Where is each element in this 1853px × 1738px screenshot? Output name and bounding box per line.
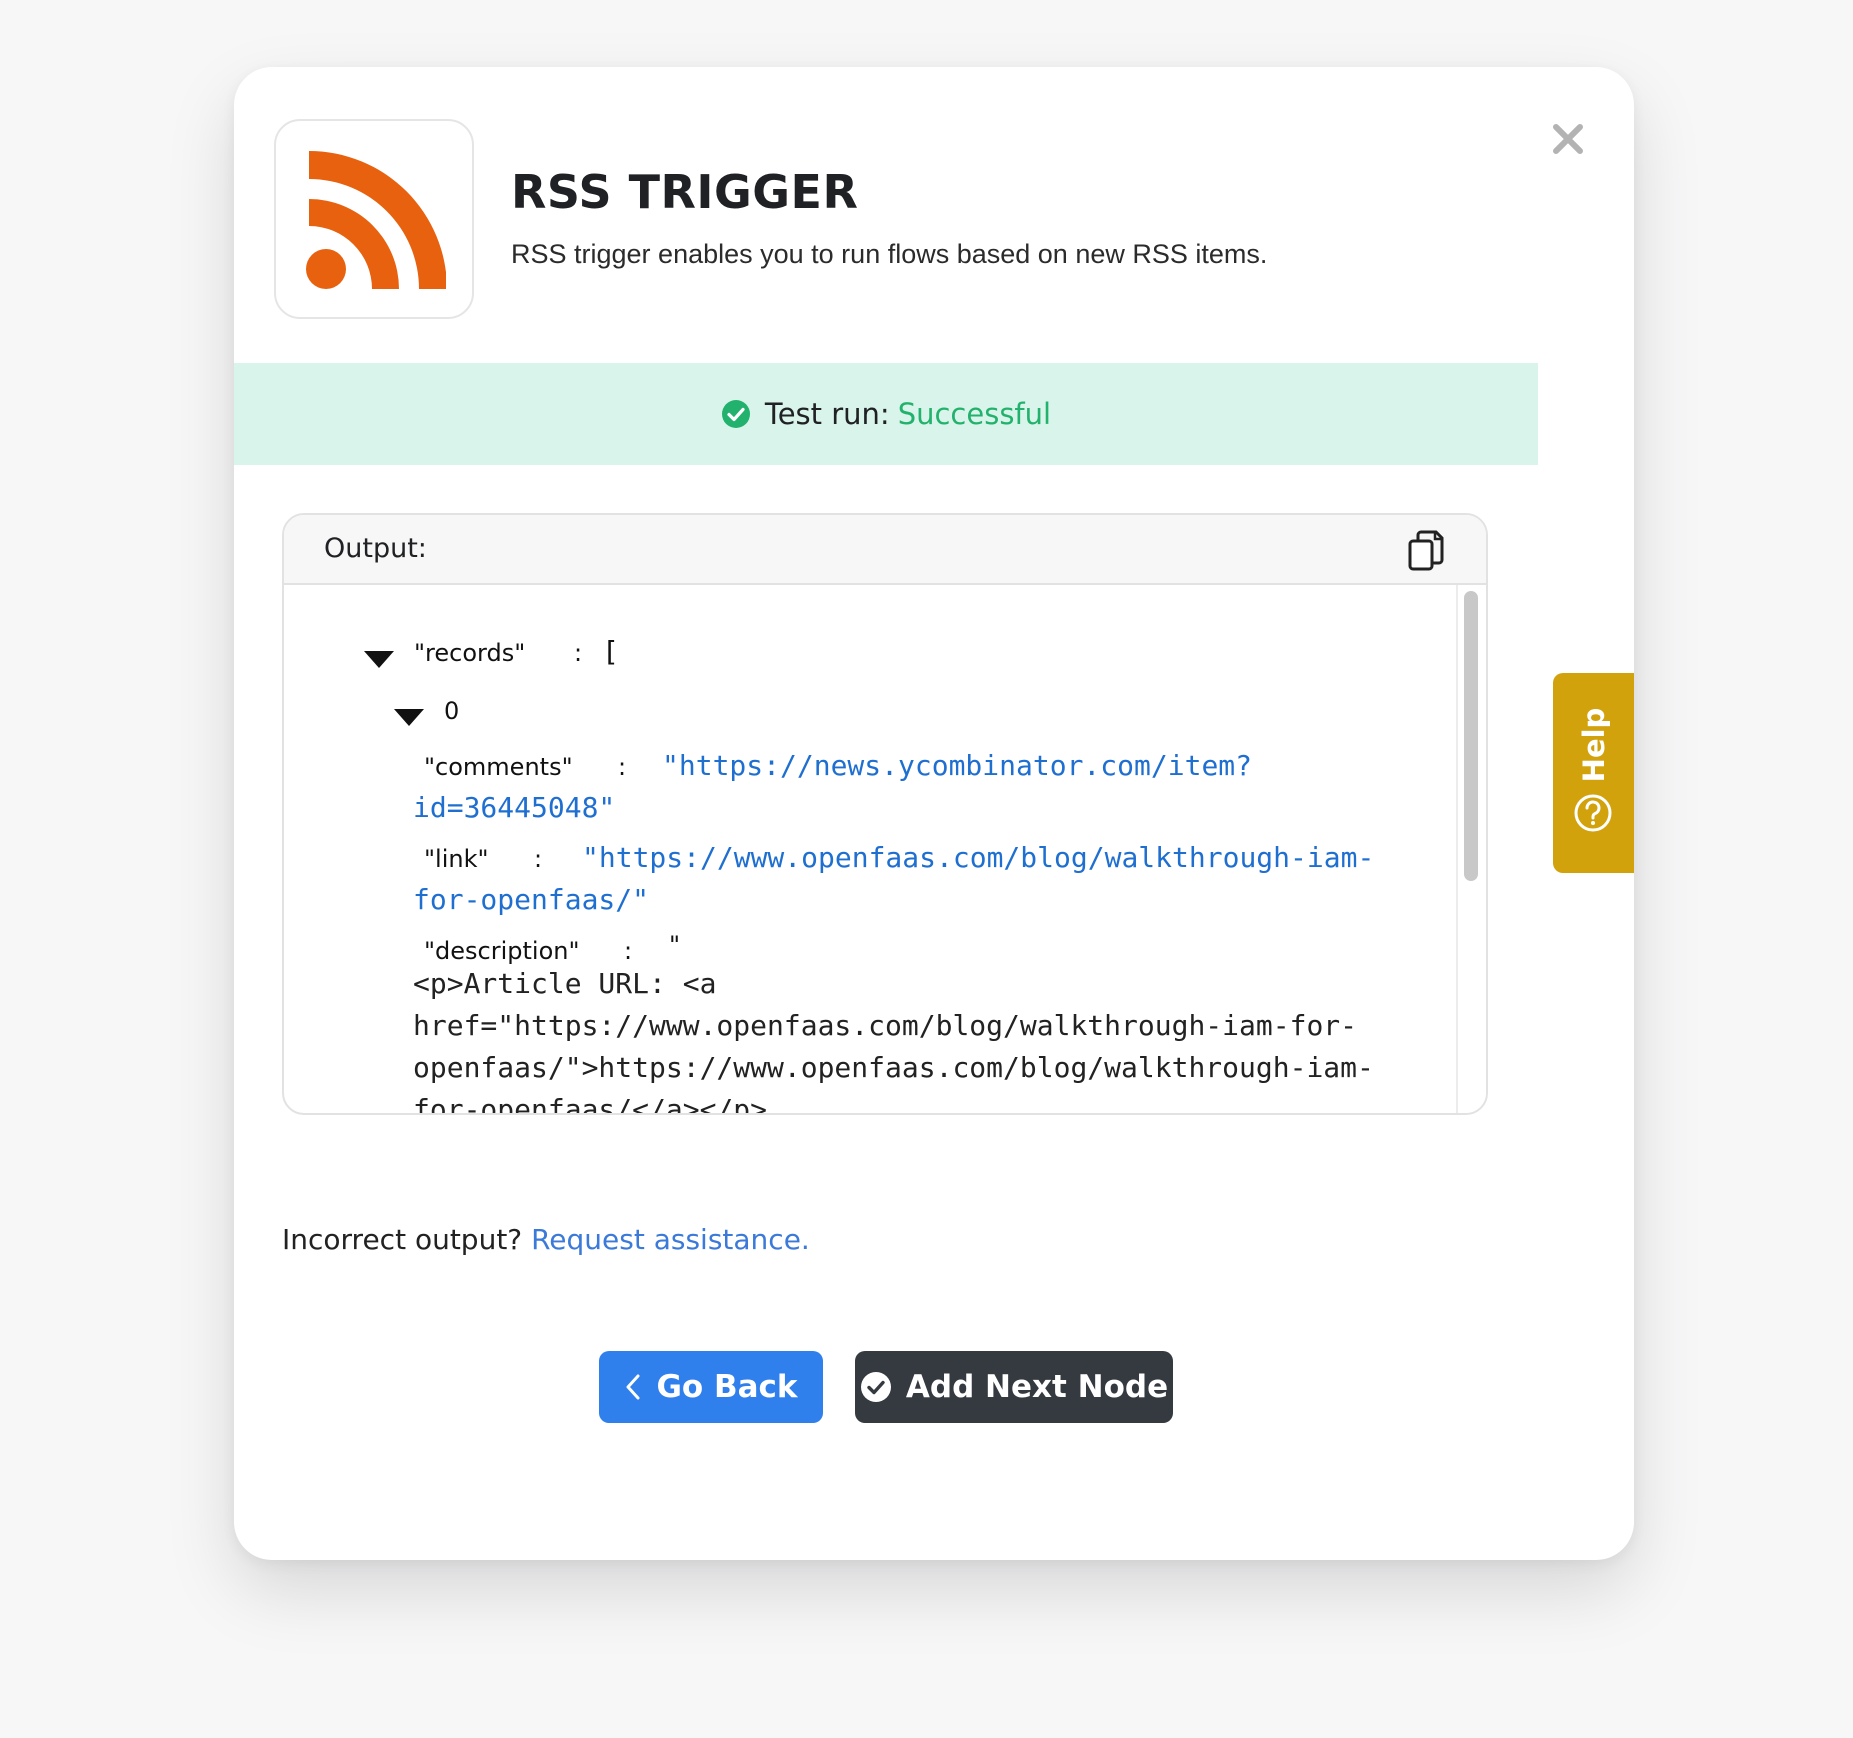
item-index: 0 bbox=[444, 697, 460, 725]
description-value: <p>Article URL: <a href="https://www.ope… bbox=[413, 967, 1374, 1115]
collapse-records-toggle[interactable] bbox=[364, 651, 394, 668]
close-icon[interactable] bbox=[1548, 119, 1588, 159]
go-back-label: Go Back bbox=[656, 1369, 798, 1405]
comments-value: "https://news.ycombinator.com/item? bbox=[662, 749, 1253, 782]
json-viewer[interactable]: "records" : [ 0 "comments" : "https://ne… bbox=[284, 585, 1486, 1115]
incorrect-output-text: Incorrect output? bbox=[282, 1223, 523, 1256]
output-panel: Output: "records" : [ 0 "comments" : "ht… bbox=[282, 513, 1488, 1115]
description-open-quote: " bbox=[669, 931, 681, 959]
records-key: "records" bbox=[414, 639, 526, 667]
rss-trigger-modal: RSS TRIGGER RSS trigger enables you to r… bbox=[234, 67, 1634, 1560]
collapse-item-0-toggle[interactable] bbox=[394, 709, 424, 726]
rss-logo bbox=[274, 119, 474, 319]
request-assistance-link[interactable]: Request assistance. bbox=[531, 1223, 810, 1256]
records-colon: : bbox=[574, 639, 583, 667]
link-value: "https://www.openfaas.com/blog/walkthrou… bbox=[582, 841, 1375, 874]
records-bracket: [ bbox=[602, 635, 619, 668]
comments-key: "comments" bbox=[424, 753, 573, 781]
help-label: Help bbox=[1576, 707, 1611, 783]
help-tab[interactable]: Help bbox=[1553, 673, 1634, 873]
status-value: Successful bbox=[897, 397, 1052, 431]
add-next-node-button[interactable]: Add Next Node bbox=[855, 1351, 1173, 1423]
page-title: RSS TRIGGER bbox=[511, 165, 859, 219]
output-header: Output: bbox=[284, 515, 1486, 585]
status-label: Test run: bbox=[764, 397, 890, 431]
chevron-left-icon bbox=[626, 1374, 640, 1400]
link-colon: : bbox=[534, 845, 543, 873]
go-back-button[interactable]: Go Back bbox=[599, 1351, 823, 1423]
test-run-status: Test run: Successful bbox=[234, 363, 1538, 465]
output-label: Output: bbox=[324, 533, 427, 564]
add-next-node-label: Add Next Node bbox=[905, 1369, 1169, 1405]
description-key: "description" bbox=[424, 937, 580, 965]
output-scrollbar[interactable] bbox=[1456, 585, 1486, 1113]
comments-colon: : bbox=[618, 753, 627, 781]
link-key: "link" bbox=[424, 845, 489, 873]
incorrect-output-note: Incorrect output? Request assistance. bbox=[282, 1223, 810, 1256]
page-description: RSS trigger enables you to run flows bas… bbox=[511, 239, 1268, 269]
link-value-cont: for-openfaas/" bbox=[413, 883, 650, 916]
copy-icon[interactable] bbox=[1406, 529, 1446, 573]
comments-value-cont: id=36445048" bbox=[413, 791, 616, 824]
question-circle-icon bbox=[1574, 794, 1612, 832]
rss-icon bbox=[306, 151, 446, 289]
check-circle-icon bbox=[860, 1372, 891, 1402]
check-circle-icon bbox=[721, 400, 750, 428]
description-colon: : bbox=[624, 937, 633, 965]
output-scrollbar-thumb[interactable] bbox=[1464, 591, 1478, 881]
